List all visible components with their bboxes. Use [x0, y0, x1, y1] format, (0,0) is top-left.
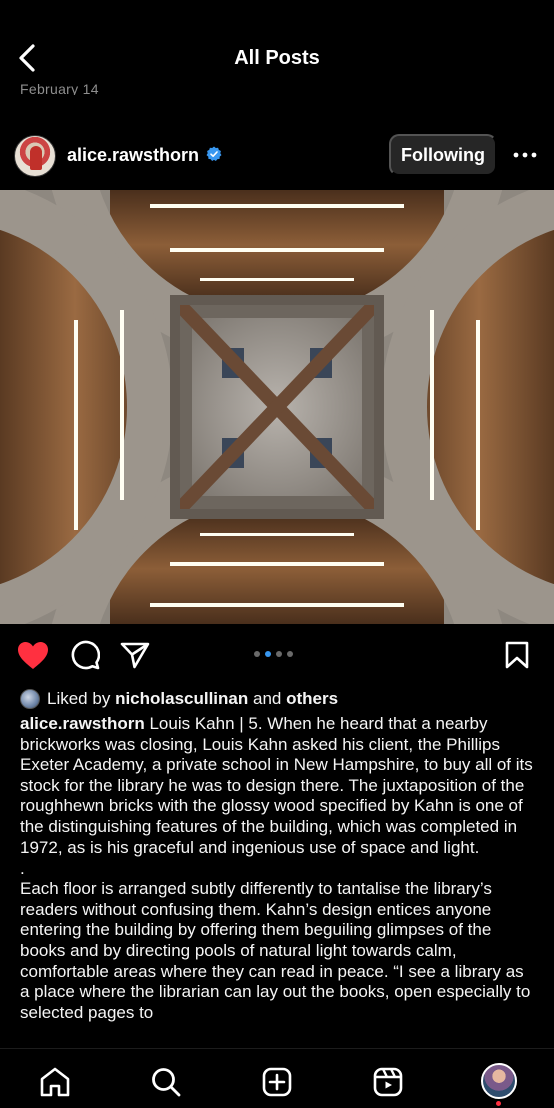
liker-username[interactable]: nicholascullinan	[115, 689, 248, 709]
liked-others[interactable]: others	[286, 689, 338, 709]
create-icon	[262, 1067, 292, 1097]
more-horizontal-icon	[513, 152, 537, 158]
tab-home[interactable]	[38, 1065, 72, 1099]
library-ceiling-image	[0, 190, 554, 624]
caption-text-1: Louis Kahn | 5. When he heard that a nea…	[20, 714, 533, 857]
comment-icon	[71, 640, 100, 670]
author-username[interactable]: alice.rawsthorn	[67, 145, 199, 166]
save-button[interactable]	[500, 638, 534, 672]
previous-post-date: February 14	[20, 81, 99, 95]
following-button[interactable]: Following	[389, 134, 497, 176]
tab-search[interactable]	[149, 1065, 183, 1099]
likes-summary[interactable]: Liked by nicholascullinan and others	[20, 688, 338, 710]
notification-dot	[496, 1101, 501, 1106]
like-button[interactable]	[16, 638, 50, 672]
post-header: alice.rawsthorn Following	[0, 125, 554, 187]
reels-icon	[373, 1067, 403, 1097]
post-photo[interactable]	[0, 190, 554, 624]
carousel-indicator	[254, 651, 293, 657]
search-icon	[152, 1068, 181, 1097]
verified-badge-icon	[206, 146, 222, 161]
tab-reels[interactable]	[371, 1065, 405, 1099]
top-bar: All Posts February 14	[0, 0, 554, 120]
liked-and: and	[253, 689, 282, 708]
tab-create[interactable]	[260, 1065, 294, 1099]
home-icon	[40, 1067, 70, 1097]
page-title: All Posts	[234, 47, 320, 69]
post-actions	[0, 630, 554, 680]
caption-author[interactable]: alice.rawsthorn	[20, 714, 145, 733]
comment-button[interactable]	[68, 638, 102, 672]
liker-avatar	[20, 689, 40, 709]
share-button[interactable]	[118, 638, 152, 672]
caption-paragraph-2: Each floor is arranged subtly differentl…	[20, 879, 531, 1022]
send-icon	[120, 642, 150, 669]
caption-paragraph-1: alice.rawsthorn Louis Kahn | 5. When he …	[20, 714, 536, 858]
carousel-dot	[287, 651, 293, 657]
carousel-dot-active	[265, 651, 271, 657]
liked-by-prefix: Liked by	[47, 689, 111, 708]
heart-icon	[18, 641, 48, 669]
more-options-button[interactable]	[510, 141, 540, 169]
tab-profile[interactable]	[481, 1063, 517, 1099]
carousel-dot	[276, 651, 282, 657]
bookmark-icon	[505, 641, 529, 669]
author-avatar[interactable]	[14, 135, 56, 177]
post-caption: alice.rawsthorn Louis Kahn | 5. When he …	[20, 714, 536, 1023]
caption-separator: .	[20, 859, 25, 879]
bottom-tab-bar	[0, 1048, 554, 1108]
carousel-dot	[254, 651, 260, 657]
